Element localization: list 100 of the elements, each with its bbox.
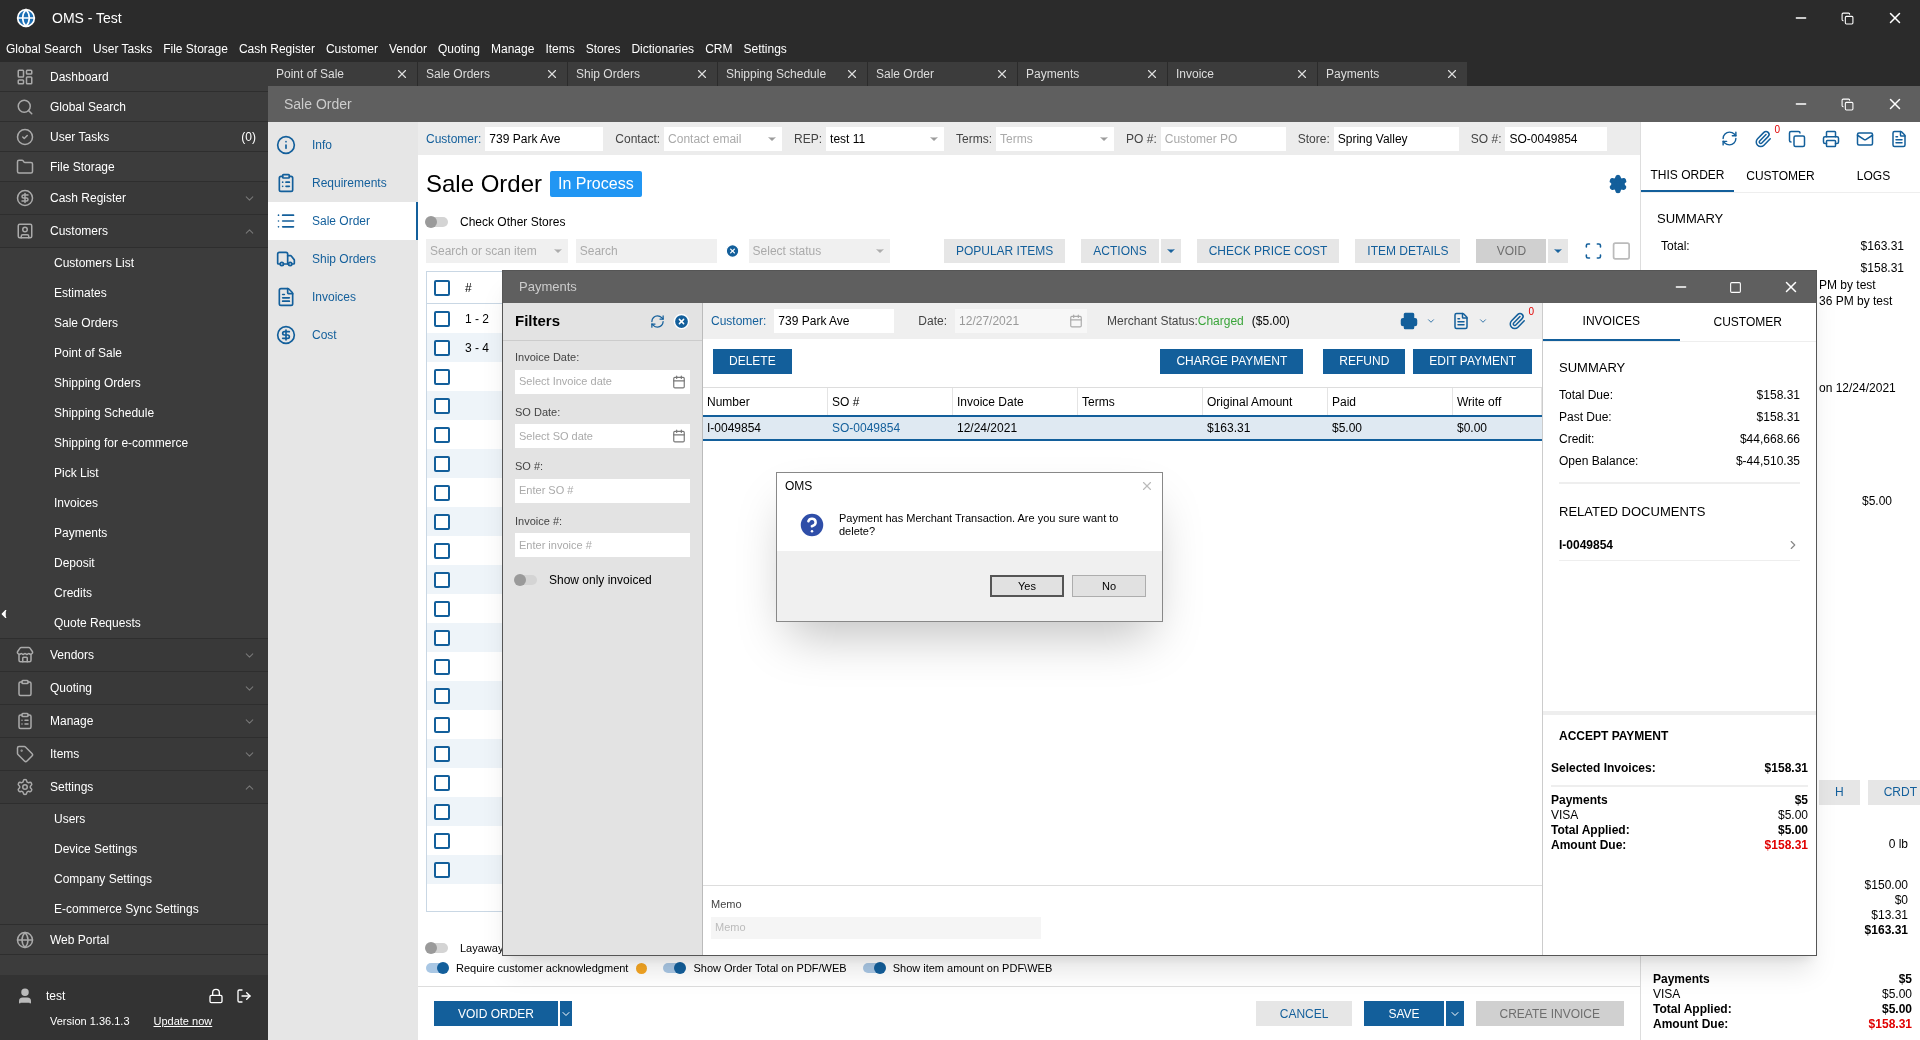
close-tab-icon[interactable] xyxy=(845,67,859,81)
toggle-switch[interactable] xyxy=(862,963,885,973)
checkbox[interactable] xyxy=(434,832,450,849)
refresh-icon[interactable] xyxy=(650,314,665,329)
close-tab-icon[interactable] xyxy=(545,67,559,81)
checkbox[interactable] xyxy=(434,542,450,559)
checkbox[interactable] xyxy=(434,339,450,356)
mail-icon[interactable] xyxy=(1856,129,1874,148)
lock-icon[interactable] xyxy=(208,988,224,1004)
sidebar-subitem[interactable]: Point of Sale xyxy=(0,338,268,368)
refresh-icon[interactable] xyxy=(1721,130,1738,147)
sidebar-subitem[interactable]: Customers List xyxy=(0,248,268,278)
attachment-icon[interactable] xyxy=(1754,129,1772,148)
sidebar-subitem[interactable]: E-commerce Sync Settings xyxy=(0,894,268,924)
input-field[interactable]: 739 Park Ave xyxy=(485,126,604,151)
toggle-switch[interactable] xyxy=(515,575,537,585)
checkbox[interactable] xyxy=(434,368,450,385)
panel-tab[interactable]: LOGS xyxy=(1827,160,1920,192)
calendar-icon[interactable] xyxy=(672,374,686,389)
close-filters-icon[interactable] xyxy=(673,313,690,330)
checkbox[interactable] xyxy=(434,513,450,530)
action-button[interactable]: CHARGE PAYMENT xyxy=(1160,348,1304,374)
checkbox[interactable] xyxy=(434,455,450,472)
sidebar-subitem[interactable]: Estimates xyxy=(0,278,268,308)
close-tab-icon[interactable] xyxy=(995,67,1009,81)
sidebar-subitem[interactable]: Deposit xyxy=(0,548,268,578)
menu-item[interactable]: Settings xyxy=(743,40,787,58)
menu-item[interactable]: CRM xyxy=(705,40,733,58)
checkbox[interactable] xyxy=(434,484,450,501)
checkbox[interactable] xyxy=(434,279,450,296)
menu-item[interactable]: Items xyxy=(545,40,575,58)
related-document[interactable]: I-0049854 xyxy=(1559,529,1800,561)
restore-icon[interactable] xyxy=(1841,97,1854,111)
dropdown-caret-button[interactable] xyxy=(1160,239,1181,263)
customer-field[interactable]: 739 Park Ave xyxy=(774,309,895,333)
input-field[interactable]: test 11 xyxy=(826,126,945,151)
nav-item[interactable]: Info xyxy=(268,126,418,164)
sidebar-subitem[interactable]: Device Settings xyxy=(0,834,268,864)
dropdown-caret-button[interactable] xyxy=(1445,1001,1464,1026)
sidebar-subitem[interactable]: Shipping for e-commerce xyxy=(0,428,268,458)
checkbox[interactable] xyxy=(434,426,450,443)
checkbox[interactable] xyxy=(434,397,450,414)
menu-item[interactable]: Cash Register xyxy=(238,40,315,58)
select-area-icon[interactable] xyxy=(1584,241,1604,261)
document-tab[interactable]: Sale Order xyxy=(868,62,1017,86)
toggle-switch[interactable] xyxy=(663,963,686,973)
payment-method-button[interactable]: CRDT xyxy=(1867,779,1920,805)
delete-button[interactable]: DELETE xyxy=(713,348,792,374)
menu-item[interactable]: Global Search xyxy=(6,40,83,58)
close-tab-icon[interactable] xyxy=(395,67,409,81)
input-field[interactable]: SO-0049854 xyxy=(1505,126,1608,151)
caret-icon[interactable] xyxy=(1478,316,1488,326)
caret-icon[interactable] xyxy=(1426,316,1436,326)
checkbox[interactable] xyxy=(434,861,450,878)
document-tab[interactable]: Sale Orders xyxy=(418,62,567,86)
sidebar-subitem[interactable]: Shipping Schedule xyxy=(0,398,268,428)
dropdown-caret-button[interactable] xyxy=(560,1001,572,1026)
sidebar-item[interactable]: Dashboard xyxy=(0,62,268,92)
checkbox[interactable] xyxy=(434,629,450,646)
nav-item[interactable]: Requirements xyxy=(268,164,418,202)
action-button[interactable]: REFUND xyxy=(1323,348,1406,374)
document-tab[interactable]: Payments xyxy=(1018,62,1167,86)
nav-item[interactable]: Sale Order xyxy=(268,202,418,240)
checkbox[interactable] xyxy=(434,774,450,791)
menu-item[interactable]: Vendor xyxy=(388,40,427,58)
sidebar-item[interactable]: Web Portal xyxy=(0,925,268,955)
menu-item[interactable]: User Tasks xyxy=(93,40,153,58)
menu-item[interactable]: File Storage xyxy=(163,40,228,58)
nav-item[interactable]: Cost xyxy=(268,316,418,354)
sidebar-item[interactable]: User Tasks (0) xyxy=(0,122,268,152)
sidebar-subitem[interactable]: Pick List xyxy=(0,458,268,488)
checkbox[interactable] xyxy=(434,803,450,820)
maximize-icon[interactable] xyxy=(1729,280,1742,294)
nav-item[interactable]: Invoices xyxy=(268,278,418,316)
checkbox[interactable] xyxy=(434,600,450,617)
toolbar-button[interactable]: ITEM DETAILS xyxy=(1355,239,1461,263)
checkbox[interactable] xyxy=(434,571,450,588)
toolbar-button[interactable]: POPULAR ITEMS xyxy=(943,239,1066,263)
clear-icon[interactable] xyxy=(725,243,741,259)
document-tab[interactable]: Invoice xyxy=(1168,62,1317,86)
close-tab-icon[interactable] xyxy=(1145,67,1159,81)
restore-icon[interactable] xyxy=(1841,11,1854,25)
menu-item[interactable]: Dictionaries xyxy=(631,40,695,58)
panel-tab[interactable]: CUSTOMER xyxy=(1734,160,1827,192)
copy-icon[interactable] xyxy=(1788,129,1806,148)
checkbox[interactable] xyxy=(434,687,450,704)
toggle-switch[interactable] xyxy=(426,963,448,973)
close-tab-icon[interactable] xyxy=(1295,67,1309,81)
menu-item[interactable]: Stores xyxy=(585,40,621,58)
action-button[interactable]: SAVE xyxy=(1364,1001,1444,1026)
action-button[interactable]: VOID ORDER xyxy=(434,1001,558,1026)
document-tab[interactable]: Payments xyxy=(1318,62,1467,86)
sidebar-subitem[interactable]: Shipping Orders xyxy=(0,368,268,398)
sidebar-subitem[interactable]: Users xyxy=(0,804,268,834)
nav-item[interactable]: Ship Orders xyxy=(268,240,418,278)
sidebar-subitem[interactable]: Credits xyxy=(0,578,268,608)
action-button[interactable]: CANCEL xyxy=(1255,1001,1353,1026)
document-tab[interactable]: Shipping Schedule xyxy=(718,62,867,86)
attachment-icon[interactable] xyxy=(1508,312,1526,330)
dialog-button[interactable]: Yes xyxy=(990,575,1064,597)
